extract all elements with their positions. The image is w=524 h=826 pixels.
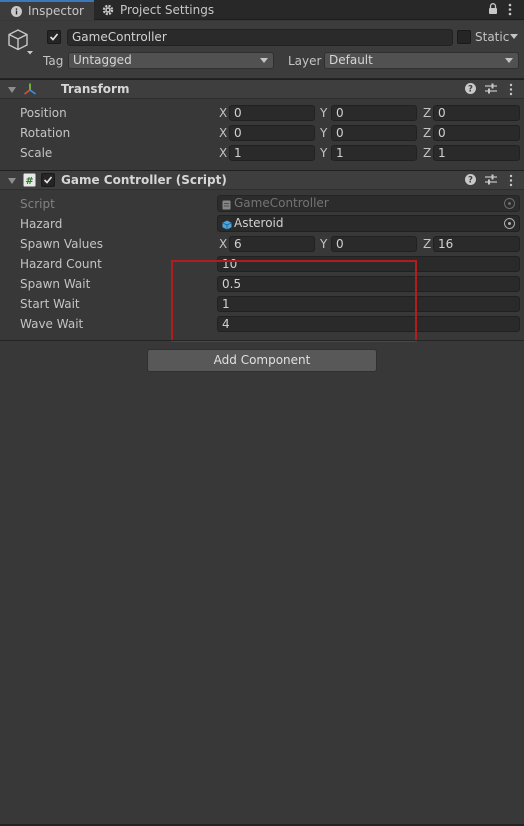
svg-text:?: ? xyxy=(468,85,473,94)
object-picker-icon xyxy=(504,198,515,209)
spawn-wait-label: Spawn Wait xyxy=(20,277,91,291)
tab-inspector-label: Inspector xyxy=(28,4,84,18)
preset-sliders-icon[interactable] xyxy=(485,83,497,97)
chevron-down-icon xyxy=(505,58,513,63)
svg-text:?: ? xyxy=(468,176,473,185)
svg-text:#: # xyxy=(25,176,33,187)
add-component-button[interactable]: Add Component xyxy=(147,349,377,372)
rotation-x-input[interactable]: 0 xyxy=(229,125,315,141)
spawn-values-label: Spawn Values xyxy=(20,237,104,251)
hazard-value: Asteroid xyxy=(234,216,284,230)
axis-x-label[interactable]: X xyxy=(219,126,227,140)
scale-y-input[interactable]: 1 xyxy=(331,145,417,161)
highlight-box xyxy=(171,260,417,342)
axis-y-label[interactable]: Y xyxy=(320,106,327,120)
transform-title: Transform xyxy=(61,82,130,96)
transform-row-position: Position X 0 Y 0 Z 0 xyxy=(0,104,524,122)
foldout-arrow-icon[interactable] xyxy=(8,87,16,93)
foldout-arrow-icon[interactable] xyxy=(8,178,16,184)
axis-z-label[interactable]: Z xyxy=(423,106,431,120)
script-object-field: GameController xyxy=(217,195,520,212)
tab-project-settings[interactable]: Project Settings xyxy=(101,0,221,20)
tab-inspector[interactable]: Inspector xyxy=(0,0,94,20)
info-icon xyxy=(9,4,23,18)
wave-wait-label: Wave Wait xyxy=(20,317,84,331)
active-checkbox[interactable] xyxy=(47,30,61,44)
position-z-input[interactable]: 0 xyxy=(433,105,520,121)
axis-y-label[interactable]: Y xyxy=(320,237,327,251)
tag-value: Untagged xyxy=(73,53,132,67)
help-icon[interactable]: ? xyxy=(465,174,476,188)
scale-label: Scale xyxy=(20,146,53,160)
spawn-values-y-input[interactable]: 0 xyxy=(331,236,417,252)
position-x-input[interactable]: 0 xyxy=(229,105,315,121)
axis-x-label[interactable]: X xyxy=(219,237,227,251)
spawn-values-x-input[interactable]: 6 xyxy=(229,236,315,252)
axis-y-label[interactable]: Y xyxy=(320,146,327,160)
axis-x-label[interactable]: X xyxy=(219,106,227,120)
script-component-title: Game Controller (Script) xyxy=(61,173,227,187)
kebab-menu-icon[interactable] xyxy=(508,3,512,19)
checkmark-icon xyxy=(43,176,53,184)
layer-dropdown[interactable]: Default xyxy=(324,52,519,69)
static-dropdown-arrow-icon[interactable] xyxy=(510,34,518,39)
gameobject-header: GameController Static Tag Untagged Layer… xyxy=(0,21,524,79)
gameobject-name-input[interactable]: GameController xyxy=(67,29,453,46)
axis-z-label[interactable]: Z xyxy=(423,237,431,251)
chevron-down-icon xyxy=(260,58,268,63)
spawn-values-z-input[interactable]: 16 xyxy=(433,236,520,252)
tag-label: Tag xyxy=(43,54,64,68)
layer-value: Default xyxy=(329,53,373,67)
component-enabled-checkbox[interactable] xyxy=(41,173,55,187)
script-file-icon xyxy=(222,199,231,214)
transform-row-scale: Scale X 1 Y 1 Z 1 xyxy=(0,144,524,162)
kebab-menu-icon[interactable] xyxy=(509,83,513,99)
tab-project-settings-label: Project Settings xyxy=(120,3,215,17)
gear-icon xyxy=(101,3,115,17)
checkmark-icon xyxy=(49,33,59,41)
hazard-count-label: Hazard Count xyxy=(20,257,102,271)
start-wait-label: Start Wait xyxy=(20,297,80,311)
axis-y-label[interactable]: Y xyxy=(320,126,327,140)
rotation-z-input[interactable]: 0 xyxy=(433,125,520,141)
axis-z-label[interactable]: Z xyxy=(423,146,431,160)
object-picker-icon[interactable] xyxy=(504,218,515,229)
script-component-header[interactable]: # Game Controller (Script) ? xyxy=(0,170,524,190)
kebab-menu-icon[interactable] xyxy=(509,174,513,190)
spawn-values-row: Spawn Values X 6 Y 0 Z 16 xyxy=(0,235,524,253)
preset-sliders-icon[interactable] xyxy=(485,174,497,188)
axis-z-label[interactable]: Z xyxy=(423,126,431,140)
rotation-label: Rotation xyxy=(20,126,71,140)
static-checkbox[interactable] xyxy=(457,30,471,44)
script-label: Script xyxy=(20,197,55,211)
prefab-icon xyxy=(222,219,232,234)
transform-row-rotation: Rotation X 0 Y 0 Z 0 xyxy=(0,124,524,142)
tag-dropdown[interactable]: Untagged xyxy=(68,52,274,69)
help-icon[interactable]: ? xyxy=(465,83,476,97)
component-divider xyxy=(0,340,524,341)
csharp-script-icon: # xyxy=(23,173,36,190)
lock-icon[interactable] xyxy=(488,3,498,18)
transform-icon xyxy=(23,82,37,99)
axis-x-label[interactable]: X xyxy=(219,146,227,160)
transform-header[interactable]: Transform ? xyxy=(0,79,524,99)
hazard-label: Hazard xyxy=(20,217,63,231)
position-label: Position xyxy=(20,106,67,120)
script-value: GameController xyxy=(234,196,329,210)
tab-bar: Inspector Project Settings xyxy=(0,0,524,20)
static-label: Static xyxy=(475,30,510,44)
layer-label: Layer xyxy=(288,54,322,68)
scale-x-input[interactable]: 1 xyxy=(229,145,315,161)
hazard-object-field[interactable]: Asteroid xyxy=(217,215,520,232)
scale-z-input[interactable]: 1 xyxy=(433,145,520,161)
rotation-y-input[interactable]: 0 xyxy=(331,125,417,141)
gameobject-cube-icon[interactable] xyxy=(7,28,33,59)
position-y-input[interactable]: 0 xyxy=(331,105,417,121)
